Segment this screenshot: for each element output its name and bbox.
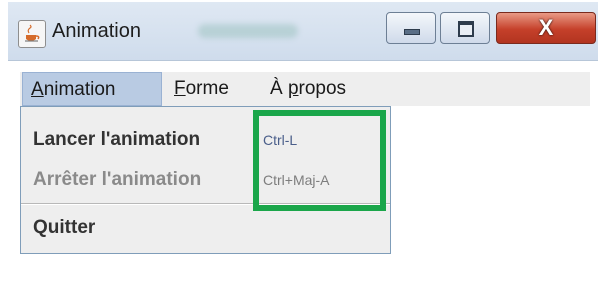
menu-label-suffix: nimation xyxy=(43,79,116,100)
minimize-button[interactable] xyxy=(386,12,436,44)
menu-label-suffix: ropos xyxy=(298,78,347,99)
menu-a-propos[interactable]: À propos xyxy=(262,72,402,106)
blurred-background-text xyxy=(198,24,298,38)
menu-forme[interactable]: Forme xyxy=(166,72,258,106)
menu-item-label: Arrêter l'animation xyxy=(33,169,202,190)
menu-label-suffix: orme xyxy=(185,78,229,99)
menu-item-label: Quitter xyxy=(33,217,96,238)
menu-mnemonic: p xyxy=(287,78,299,99)
menu-label-prefix: À xyxy=(270,78,288,99)
menu-item-quitter[interactable]: Quitter xyxy=(21,209,390,249)
menu-mnemonic: F xyxy=(174,78,186,99)
maximize-icon xyxy=(458,21,474,37)
title-bar[interactable]: Animation X xyxy=(8,2,598,61)
menu-mnemonic: A xyxy=(31,79,44,100)
close-button[interactable]: X xyxy=(496,12,596,44)
menu-animation[interactable]: Animation xyxy=(22,72,162,106)
minimize-icon xyxy=(404,29,420,35)
menu-bar: Animation Forme À propos xyxy=(20,72,590,106)
java-cup-icon[interactable] xyxy=(18,20,46,48)
menu-item-label: Lancer l'animation xyxy=(33,129,201,150)
shortcut-highlight-box xyxy=(253,110,386,211)
maximize-button[interactable] xyxy=(440,12,490,44)
close-icon: X xyxy=(538,15,554,40)
window-title: Animation xyxy=(52,20,141,42)
